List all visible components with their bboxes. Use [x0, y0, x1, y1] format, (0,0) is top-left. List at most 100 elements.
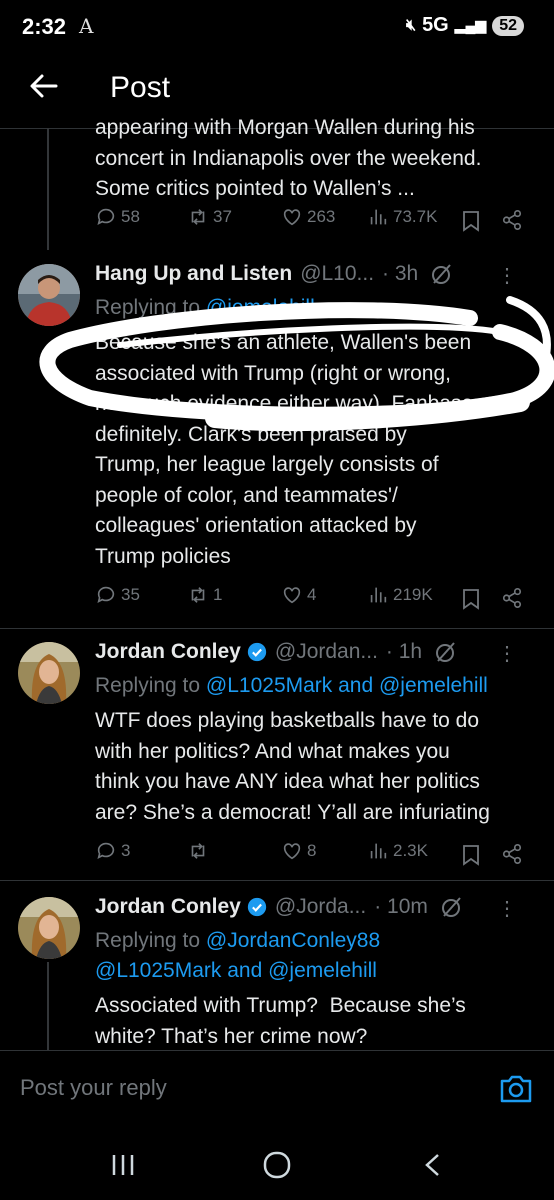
back-nav-icon[interactable]: [420, 1152, 446, 1178]
replying-to-link[interactable]: @JordanConley88: [206, 929, 380, 952]
text-line: WTF does playing basketballs have to do: [95, 709, 480, 732]
home-icon[interactable]: [262, 1150, 292, 1180]
tweet-text: Associated with Trump? Because she’s whi…: [95, 991, 545, 1052]
tweet-text: Because she's an athlete, Wallen's been …: [95, 328, 545, 572]
share-icon[interactable]: [501, 209, 523, 231]
text-line: Some critics pointed to Wallen’s ...: [95, 177, 415, 200]
repost-button[interactable]: 1: [187, 584, 222, 606]
text-line: people of color, and teammates'/: [95, 483, 398, 507]
views-button[interactable]: 219K: [367, 584, 433, 606]
tweet-header: Jordan Conley @Jordan... · 1h ⋮: [95, 637, 540, 667]
text-line: are? She’s a democrat! Y’all are infuria…: [95, 800, 490, 824]
recent-apps-icon[interactable]: [110, 1152, 136, 1178]
views-icon: [370, 843, 387, 859]
like-count: 4: [307, 585, 317, 604]
reply-button[interactable]: 3: [95, 840, 130, 862]
verified-badge-icon: [247, 897, 267, 917]
grok-icon[interactable]: [430, 262, 454, 286]
bookmark-icon[interactable]: [461, 588, 481, 610]
avatar[interactable]: [18, 264, 80, 326]
tweet-text: appearing with Morgan Wallen during his …: [95, 113, 545, 205]
network-label: 5G: [422, 14, 449, 36]
share-icon[interactable]: [501, 843, 523, 865]
tweet-actions: 58 37 263 73.7K: [95, 206, 535, 238]
share-icon[interactable]: [501, 587, 523, 609]
status-bar: 2:32 A 🔇︎ 5G ▂▄▆ 52: [0, 0, 554, 54]
views-count: 219K: [393, 585, 433, 604]
user-handle[interactable]: @Jordan...: [275, 640, 378, 664]
text-line: think you have ANY idea what her politic…: [95, 770, 480, 793]
replying-to-link[interactable]: @L1025Mark and @jemelehill: [206, 674, 488, 697]
display-name[interactable]: Jordan Conley: [95, 640, 241, 664]
views-button[interactable]: 73.7K: [367, 206, 437, 228]
verified-badge-icon: [247, 642, 267, 662]
like-button[interactable]: 8: [281, 840, 316, 862]
timestamp[interactable]: · 1h: [386, 640, 422, 664]
like-count: 8: [307, 841, 317, 860]
replying-to-link[interactable]: @jemelehill: [206, 296, 315, 319]
avatar[interactable]: [18, 897, 80, 959]
thread-line: [47, 128, 49, 250]
reply-count: 35: [121, 585, 140, 604]
reply-count: 3: [121, 841, 131, 860]
bookmark-icon[interactable]: [461, 210, 481, 232]
views-count: 2.3K: [393, 841, 428, 860]
more-options-icon[interactable]: ⋮: [497, 263, 517, 288]
back-arrow-icon[interactable]: [28, 70, 60, 102]
grok-icon[interactable]: [440, 895, 464, 919]
bookmark-icon[interactable]: [461, 844, 481, 866]
repost-button[interactable]: 37: [187, 206, 232, 228]
replying-to-link[interactable]: @L1025Mark and @jemelehill: [95, 956, 545, 986]
heart-icon: [283, 843, 301, 860]
text-line: definitely. Clark's been praised by: [95, 422, 407, 446]
replying-to: Replying to @L1025Mark and @jemelehill: [95, 671, 545, 701]
more-options-icon[interactable]: ⋮: [497, 896, 517, 921]
text-line: Associated with Trump? Because she’s: [95, 994, 466, 1017]
text-line: not much evidence either way). Fanbase: [95, 392, 474, 415]
reply-icon: [97, 842, 115, 859]
font-a-icon: A: [79, 14, 94, 38]
timestamp[interactable]: · 3h: [382, 262, 418, 286]
status-right: 🔇︎ 5G ▂▄▆ 52: [406, 14, 524, 37]
replying-to: Replying to @jemelehill: [95, 293, 545, 323]
like-count: 263: [307, 207, 336, 226]
display-name[interactable]: Jordan Conley: [95, 895, 241, 919]
reply-input[interactable]: Post your reply: [20, 1075, 167, 1101]
reply-count: 58: [121, 207, 140, 226]
more-options-icon[interactable]: ⋮: [497, 641, 517, 666]
user-handle[interactable]: @L10...: [300, 262, 374, 286]
camera-icon[interactable]: [498, 1073, 534, 1105]
text-line: white? That’s her crime now?: [95, 1024, 368, 1048]
tweet-divider: [0, 880, 554, 881]
text-line: Trump, her league largely consists of: [95, 453, 439, 476]
like-button[interactable]: 4: [281, 584, 316, 606]
timestamp[interactable]: · 10m: [374, 895, 428, 919]
grok-icon[interactable]: [434, 640, 458, 664]
avatar-image: [18, 897, 80, 959]
repost-icon: [191, 843, 205, 859]
text-line: with her politics? And what makes you: [95, 739, 450, 763]
tweet-header: Jordan Conley @Jorda... · 10m ⋮: [95, 892, 540, 922]
user-handle[interactable]: @Jorda...: [275, 895, 366, 919]
display-name[interactable]: Hang Up and Listen: [95, 262, 292, 286]
tweet-divider: [0, 628, 554, 629]
tweet-text: WTF does playing basketballs have to do …: [95, 706, 545, 828]
repost-count: 37: [213, 207, 232, 226]
repost-button[interactable]: [187, 840, 213, 862]
text-line: associated with Trump (right or wrong,: [95, 361, 451, 385]
repost-count: 1: [213, 585, 223, 604]
like-button[interactable]: 263: [281, 206, 335, 228]
avatar-image: [18, 264, 80, 326]
reply-button[interactable]: 58: [95, 206, 140, 228]
reply-button[interactable]: 35: [95, 584, 140, 606]
reply-icon: [97, 208, 115, 225]
system-nav-bar: [0, 1130, 554, 1200]
text-line: colleagues' orientation attacked by: [95, 514, 417, 537]
views-button[interactable]: 2.3K: [367, 840, 428, 862]
repost-icon: [191, 587, 205, 603]
heart-icon: [283, 209, 301, 226]
reply-composer[interactable]: Post your reply: [0, 1050, 554, 1131]
replying-to: Replying to @JordanConley88 @L1025Mark a…: [95, 926, 545, 986]
battery-badge: 52: [492, 15, 524, 36]
avatar[interactable]: [18, 642, 80, 704]
